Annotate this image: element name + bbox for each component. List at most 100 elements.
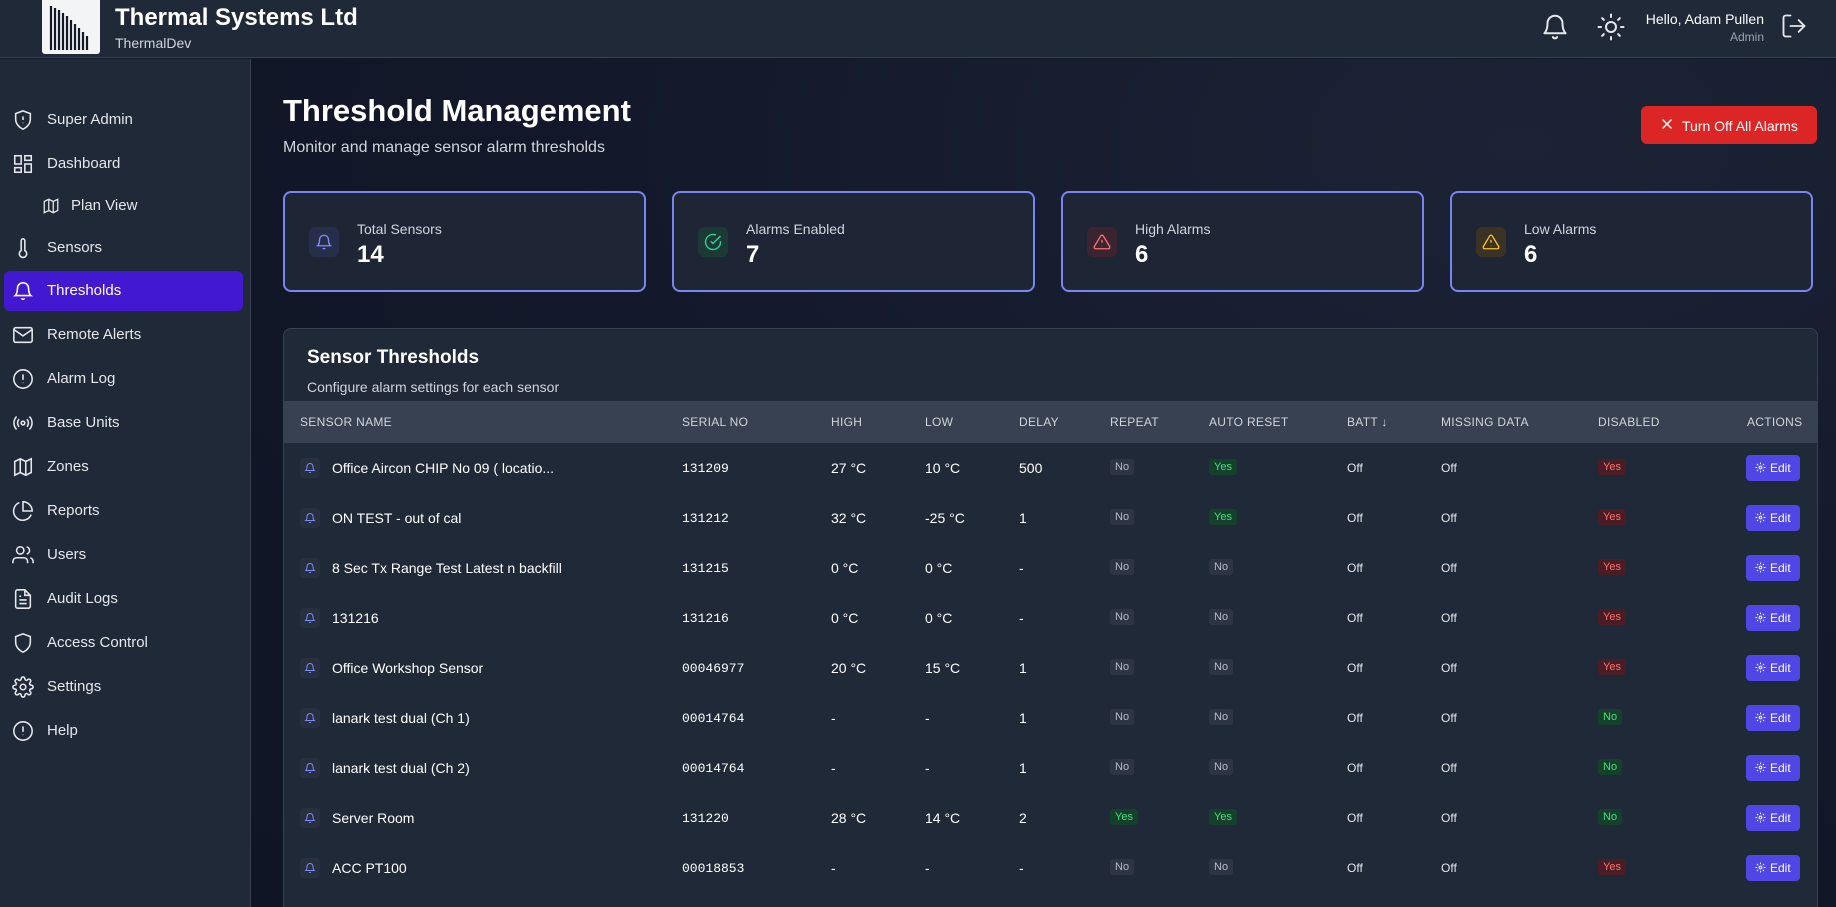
company-subtitle: ThermalDev: [115, 35, 192, 51]
sidebar-item-alarm-log[interactable]: Alarm Log: [4, 359, 243, 399]
gear-icon: [1746, 705, 1766, 731]
page-subtitle: Monitor and manage sensor alarm threshol…: [283, 139, 605, 156]
column-header-batt[interactable]: BATT ↓: [1347, 415, 1388, 429]
column-header-high[interactable]: HIGH: [831, 415, 862, 429]
stat-card-alarms-enabled: Alarms Enabled 7: [672, 191, 1035, 292]
edit-button[interactable]: Edit: [1746, 455, 1800, 481]
edit-button[interactable]: Edit: [1746, 755, 1800, 781]
sensor-name: lanark test dual (Ch 2): [332, 760, 470, 776]
high-threshold: -: [831, 710, 836, 726]
low-threshold: 15 °C: [925, 660, 961, 676]
edit-button[interactable]: Edit: [1746, 855, 1800, 881]
sensor-name: Office Aircon CHIP No 09 ( locatio...: [332, 460, 555, 476]
alert-circle-icon: [13, 369, 33, 389]
stat-value: 6: [1135, 241, 1149, 268]
column-header-auto-reset[interactable]: AUTO RESET: [1209, 415, 1288, 429]
delay: 1: [1019, 660, 1027, 676]
batt-value: Off: [1347, 761, 1363, 775]
serial-no: 131220: [682, 811, 729, 826]
logout-icon[interactable]: [1780, 12, 1810, 42]
bell-icon: [300, 808, 320, 828]
user-role: Admin: [1729, 30, 1764, 44]
auto-reset-badge: Yes: [1209, 509, 1237, 525]
sidebar-item-remote-alerts[interactable]: Remote Alerts: [4, 315, 243, 355]
gear-icon: [12, 676, 34, 698]
sidebar-item-settings[interactable]: Settings: [4, 667, 243, 707]
sidebar-item-super-admin[interactable]: Super Admin: [4, 100, 243, 140]
edit-button[interactable]: Edit: [1746, 505, 1800, 531]
edit-button[interactable]: Edit: [1746, 805, 1800, 831]
user-greeting: Hello, Adam Pullen: [1645, 11, 1764, 27]
column-header-actions: ACTIONS: [1747, 415, 1803, 429]
low-threshold: -: [925, 760, 930, 776]
delay: -: [1019, 560, 1024, 576]
bell-icon: [300, 758, 320, 778]
high-threshold: 20 °C: [831, 660, 867, 676]
sidebar-item-audit-logs[interactable]: Audit Logs: [4, 579, 243, 619]
disabled-badge: Yes: [1598, 859, 1626, 875]
sidebar-item-label: Plan View: [71, 197, 138, 214]
bell-icon: [309, 227, 339, 257]
bell-icon: [300, 608, 320, 628]
sensor-name: 8 Sec Tx Range Test Latest n backfill: [332, 560, 562, 576]
edit-label: Edit: [1770, 561, 1791, 575]
missing-data-value: Off: [1441, 511, 1457, 525]
sidebar-item-label: Access Control: [47, 634, 148, 651]
theme-toggle-sun-icon[interactable]: [1596, 12, 1626, 42]
column-header-disabled[interactable]: DISABLED: [1598, 415, 1660, 429]
table-header: SENSOR NAME SERIAL NO HIGH LOW DELAY REP…: [284, 401, 1817, 443]
edit-button[interactable]: Edit: [1746, 555, 1800, 581]
sidebar-item-help[interactable]: Help: [4, 711, 243, 751]
batt-value: Off: [1347, 861, 1363, 875]
serial-no: 00046977: [682, 661, 745, 676]
sidebar-item-users[interactable]: Users: [4, 535, 243, 575]
column-header-serial-no[interactable]: SERIAL NO: [682, 415, 748, 429]
stat-card-low-alarms: Low Alarms 6: [1450, 191, 1813, 292]
delay: 2: [1019, 810, 1027, 826]
gear-icon: [1746, 555, 1766, 581]
missing-data-value: Off: [1441, 811, 1457, 825]
delay: 1: [1019, 760, 1027, 776]
delay: 1: [1019, 510, 1027, 526]
gear-icon: [1746, 805, 1766, 831]
auto-reset-badge: Yes: [1209, 459, 1237, 475]
disabled-badge: No: [1598, 759, 1623, 775]
disabled-badge: Yes: [1598, 559, 1626, 575]
edit-button[interactable]: Edit: [1746, 655, 1800, 681]
sidebar-item-plan-view[interactable]: Plan View: [4, 186, 243, 226]
delay: -: [1019, 610, 1024, 626]
gear-icon: [1746, 855, 1766, 881]
column-header-sensor-name[interactable]: SENSOR NAME: [300, 415, 392, 429]
low-threshold: 14 °C: [925, 810, 961, 826]
sidebar-item-thresholds[interactable]: Thresholds: [4, 271, 243, 311]
broadcast-icon: [13, 416, 33, 430]
serial-no: 131215: [682, 561, 729, 576]
repeat-badge: No: [1110, 559, 1135, 575]
sidebar-item-reports[interactable]: Reports: [4, 491, 243, 531]
high-threshold: -: [831, 860, 836, 876]
low-threshold: 0 °C: [925, 560, 953, 576]
notifications-bell-icon[interactable]: [1540, 12, 1570, 42]
column-header-repeat[interactable]: REPEAT: [1110, 415, 1159, 429]
edit-button[interactable]: Edit: [1746, 705, 1800, 731]
bell-icon: [300, 558, 320, 578]
sidebar-item-dashboard[interactable]: Dashboard: [4, 144, 243, 184]
sidebar-item-label: Base Units: [47, 414, 120, 431]
sidebar-item-base-units[interactable]: Base Units: [4, 403, 243, 443]
table-title: Sensor Thresholds: [307, 347, 480, 368]
edit-button[interactable]: Edit: [1746, 605, 1800, 631]
column-header-delay[interactable]: DELAY: [1019, 415, 1059, 429]
missing-data-value: Off: [1441, 661, 1457, 675]
high-threshold: 32 °C: [831, 510, 867, 526]
edit-label: Edit: [1770, 661, 1791, 675]
turn-off-all-alarms-button[interactable]: Turn Off All Alarms: [1641, 106, 1817, 144]
check-circle-icon: [698, 227, 728, 257]
sidebar-item-sensors[interactable]: Sensors: [4, 228, 243, 268]
dashboard-icon: [13, 154, 33, 174]
sidebar-item-label: Alarm Log: [47, 370, 116, 387]
column-header-low[interactable]: LOW: [925, 415, 953, 429]
column-header-missing-data[interactable]: MISSING DATA: [1441, 415, 1529, 429]
sidebar-item-access-control[interactable]: Access Control: [4, 623, 243, 663]
low-threshold: -: [925, 710, 930, 726]
sidebar-item-zones[interactable]: Zones: [4, 447, 243, 487]
